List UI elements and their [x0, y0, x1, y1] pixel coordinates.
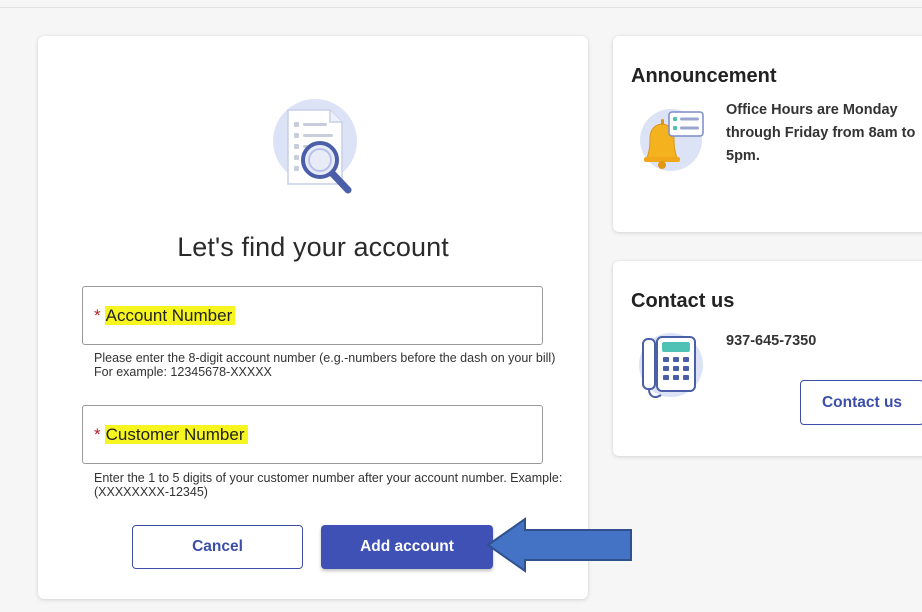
announcement-text: Office Hours are Monday through Friday f…	[726, 102, 916, 164]
phone-number: 937-645-7350	[726, 333, 817, 349]
contact-heading: Contact us	[631, 290, 735, 312]
contact-card: Contact us 937-645-7350 Contact us	[613, 261, 922, 456]
account-number-help: Please enter the 8-digit account number …	[94, 351, 556, 379]
customer-number-help: Enter the 1 to 5 digits of your customer…	[94, 471, 563, 499]
announcement-heading: Announcement	[631, 65, 777, 87]
cancel-button[interactable]: Cancel	[132, 525, 303, 569]
announcement-card: Announcement Office Hours are Monday thr…	[613, 36, 922, 232]
page-title: Let's find your account	[177, 232, 449, 262]
add-account-button[interactable]: Add account	[321, 525, 493, 569]
customer-number-field[interactable]: * Customer Number	[82, 405, 543, 464]
customer-number-label: * Customer Number	[94, 425, 248, 445]
customer-number-label-text: Customer Number	[104, 425, 248, 444]
pointing-arrow	[486, 517, 632, 573]
desk-phone-icon	[639, 333, 703, 398]
top-bar	[0, 0, 922, 8]
document-search-icon	[273, 99, 357, 194]
account-number-field[interactable]: * Account Number	[82, 286, 543, 345]
required-mark: *	[94, 425, 101, 444]
contact-us-button[interactable]: Contact us	[800, 380, 922, 425]
bell-notification-icon	[640, 109, 704, 171]
account-number-label: * Account Number	[94, 306, 236, 326]
required-mark: *	[94, 306, 101, 325]
account-number-label-text: Account Number	[104, 306, 236, 325]
